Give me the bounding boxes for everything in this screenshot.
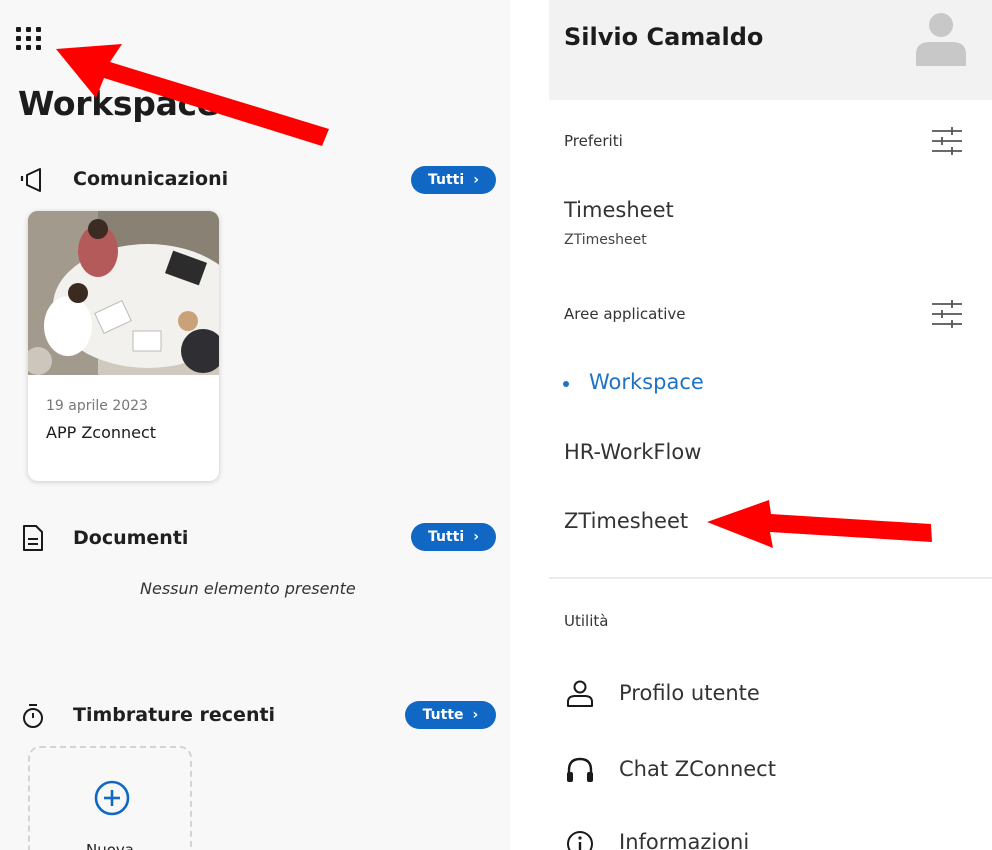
- stopwatch-icon: [23, 704, 43, 728]
- headset-icon: [567, 757, 593, 782]
- chevron-right-icon: ›: [473, 529, 479, 545]
- favorite-item-timesheet[interactable]: Timesheet: [564, 198, 674, 222]
- news-card[interactable]: 19 aprile 2023 APP Zconnect: [28, 211, 219, 481]
- new-timbratura-button[interactable]: Nuova: [28, 746, 192, 850]
- workspace-panel: Workspace Comunicazioni Tutti › 19 april…: [0, 0, 510, 850]
- chevron-right-icon: ›: [473, 172, 479, 188]
- user-header: Silvio Camaldo: [549, 0, 992, 100]
- card-date: 19 aprile 2023: [46, 398, 148, 414]
- timbrature-all-button[interactable]: Tutte ›: [405, 701, 496, 729]
- navigation-drawer: Silvio Camaldo Preferiti Timesheet ZTime…: [549, 0, 992, 850]
- chevron-right-icon: ›: [472, 707, 479, 723]
- section-title-timbrature: Timbrature recenti: [73, 704, 276, 726]
- documenti-empty-message: Nessun elemento presente: [140, 579, 356, 598]
- area-item-ztimesheet[interactable]: ZTimesheet: [564, 509, 688, 533]
- sliders-icon[interactable]: [932, 300, 962, 328]
- section-title-documenti: Documenti: [73, 527, 189, 549]
- plus-circle-icon: [94, 780, 130, 816]
- annotation-arrow: [56, 44, 329, 146]
- meeting-photo: [28, 211, 219, 375]
- apps-grid-icon[interactable]: [16, 27, 42, 51]
- area-item-workspace[interactable]: Workspace: [589, 370, 704, 394]
- group-label-utilita: Utilità: [564, 612, 609, 630]
- avatar-icon[interactable]: [912, 10, 970, 66]
- util-item-informazioni[interactable]: Informazioni: [619, 830, 749, 850]
- megaphone-icon: [20, 168, 41, 192]
- divider: [549, 577, 992, 579]
- util-item-chat[interactable]: Chat ZConnect: [619, 757, 776, 781]
- new-timbratura-label: Nuova: [86, 841, 134, 850]
- button-label: Tutti: [428, 529, 465, 545]
- user-icon: [567, 680, 593, 707]
- card-title: APP Zconnect: [46, 423, 157, 442]
- annotation-arrow: [707, 500, 932, 548]
- comunicazioni-all-button[interactable]: Tutti ›: [411, 166, 496, 194]
- info-icon: [567, 831, 593, 850]
- group-label-aree: Aree applicative: [564, 305, 686, 323]
- documenti-all-button[interactable]: Tutti ›: [411, 523, 496, 551]
- sliders-icon[interactable]: [932, 127, 962, 155]
- area-item-hr-workflow[interactable]: HR-WorkFlow: [564, 440, 701, 464]
- group-label-preferiti: Preferiti: [564, 132, 623, 150]
- favorite-item-subtitle: ZTimesheet: [564, 232, 647, 248]
- button-label: Tutte: [422, 707, 464, 723]
- user-name: Silvio Camaldo: [564, 23, 764, 51]
- document-icon: [23, 525, 43, 551]
- button-label: Tutti: [428, 172, 465, 188]
- section-title-comunicazioni: Comunicazioni: [73, 168, 229, 190]
- util-item-profilo[interactable]: Profilo utente: [619, 681, 760, 705]
- active-indicator: [563, 381, 569, 387]
